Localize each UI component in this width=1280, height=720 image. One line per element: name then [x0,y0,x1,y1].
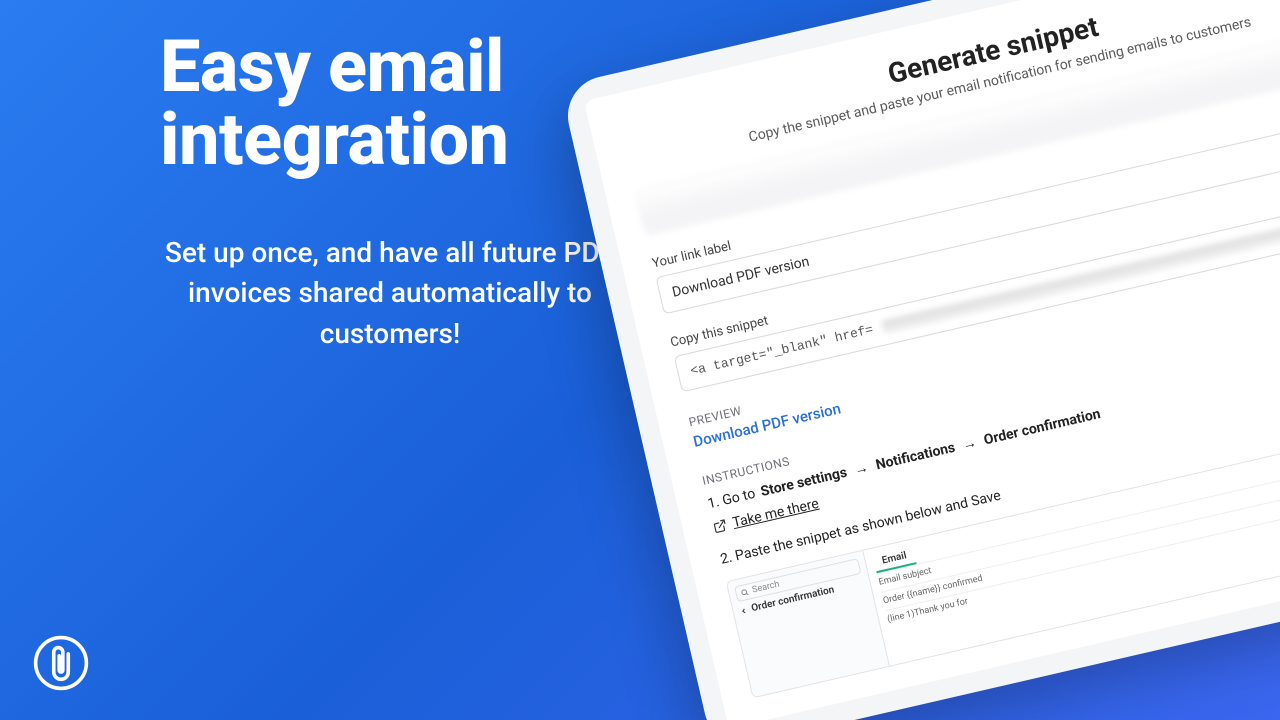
arrow-icon: → [851,458,872,479]
chevron-left-icon [739,606,749,616]
mini-search-text: Search [751,580,780,596]
arrow-icon: → [959,433,980,454]
tablet-mockup: Generate snippet Copy the snippet and pa… [560,0,1280,720]
hero-title: Easy email integration [160,30,620,177]
search-icon [740,588,750,598]
step1-prefix: 1. Go to [706,485,757,511]
hero-subtitle: Set up once, and have all future PDF inv… [160,233,620,355]
hero-title-line2: integration [160,97,509,182]
paperclip-logo-icon [32,634,90,692]
external-link-icon [712,518,729,535]
hero-title-line1: Easy email [160,24,504,109]
